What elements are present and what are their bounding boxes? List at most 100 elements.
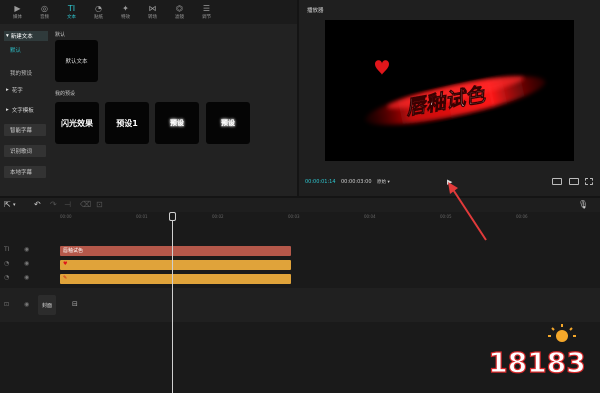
tab-text-label: 文本 [67, 15, 76, 20]
sticker-track-icon: ◔ [4, 260, 10, 267]
redo-icon[interactable]: ↷ [50, 200, 57, 210]
materials-panel: ▶ 媒体 ◎ 音频 TI 文本 ◔ 贴纸 ✦ 特效 ⋈ 转场 ⏣ 滤镜 ☰ 调节 [0, 0, 297, 196]
sidebar-flower-text-label: 花字 [11, 88, 23, 94]
text-clip[interactable]: 唇釉试色 [60, 246, 291, 256]
sticker-icon: ◔ [95, 4, 102, 13]
preset-tile-1-label: 预设1 [116, 118, 138, 128]
sidebar-item-default[interactable]: 默认 [4, 44, 46, 56]
tick-label: 00:03 [288, 214, 300, 219]
playhead-handle[interactable] [169, 212, 176, 221]
playhead[interactable] [172, 214, 173, 393]
audio-icon: ◎ [41, 4, 48, 13]
tab-media[interactable]: ▶ 媒体 [4, 0, 31, 24]
ratio-label: 原始 [377, 180, 386, 185]
transition-icon: ⋈ [148, 4, 157, 13]
preset-tile-3-label: 预设 [221, 119, 235, 127]
tab-adjust-label: 调节 [202, 15, 211, 20]
sticker-clip-1[interactable]: ♥ [60, 260, 291, 270]
adjust-icon: ☰ [202, 4, 211, 13]
sidebar-item-local-captions[interactable]: 本地字幕 [4, 166, 46, 178]
preset-tile-2[interactable]: 预设 [155, 102, 199, 144]
text-track-icon: TI [4, 246, 10, 253]
text-clip-label: 唇釉试色 [63, 248, 84, 254]
cover-label: 封面 [41, 302, 52, 309]
tick-label: 00:04 [364, 214, 376, 219]
sidebar-flower-text[interactable]: ▸ 花字 [4, 85, 48, 95]
tab-sticker[interactable]: ◔ 贴纸 [85, 0, 112, 24]
eye-icon[interactable]: ◉ [24, 274, 29, 281]
preset-tile-1[interactable]: 预设1 [105, 102, 149, 144]
delete-icon[interactable]: ⌫ [80, 200, 91, 210]
tick-label: 00:06 [516, 214, 528, 219]
watermark-logo: 18183 [486, 322, 588, 380]
section-default-label: 默认 [55, 32, 66, 38]
default-text-tile[interactable]: 默认文本 [55, 40, 98, 82]
freeze-icon[interactable]: ⊡ [96, 200, 103, 210]
preset-tile-flash-label: 闪光效果 [61, 118, 93, 128]
tab-text[interactable]: TI 文本 [58, 0, 85, 24]
sidebar-new-text[interactable]: ▾ 新建文本 [4, 31, 48, 41]
section-presets-label: 我的预设 [55, 91, 76, 97]
microphone-icon[interactable]: 🎙 [578, 200, 588, 210]
select-cursor-icon[interactable]: ⇱ [4, 200, 11, 210]
undo-icon[interactable]: ↶ [34, 200, 41, 210]
watermark-text: 18183 [488, 346, 585, 379]
sticker-clip-2[interactable]: ✎ [60, 274, 291, 284]
chevron-down-icon: ▾ [387, 180, 390, 185]
tab-effects-label: 特效 [121, 15, 130, 20]
media-icon: ▶ [14, 4, 21, 13]
tab-filter[interactable]: ⏣ 滤镜 [166, 0, 193, 24]
film-icon: ⊟ [72, 300, 78, 308]
preset-tile-2-label: 预设 [170, 119, 184, 127]
tab-filter-label: 滤镜 [175, 15, 184, 20]
tick-label: 00:01 [136, 214, 148, 219]
aspect-icon[interactable] [569, 178, 579, 185]
sidebar-item-smart-captions[interactable]: 智能字幕 [4, 124, 46, 136]
sidebar-text-templates[interactable]: ▸ 文字模板 [4, 105, 48, 115]
sidebar-item-lyrics[interactable]: 识别歌词 [4, 145, 46, 157]
sticker-track-icon: ◔ [4, 274, 10, 281]
eye-icon[interactable]: ◉ [24, 301, 29, 308]
sidebar-item-my-presets[interactable]: 我的预设 [4, 67, 46, 79]
caret-down-icon: ▾ [6, 33, 9, 39]
tick-label: 00:00 [60, 214, 72, 219]
tab-audio-label: 音频 [40, 15, 49, 20]
tab-audio[interactable]: ◎ 音频 [31, 0, 58, 24]
ratio-dropdown[interactable]: 原始 ▾ [377, 179, 390, 185]
eye-icon[interactable]: ◉ [24, 246, 29, 253]
caret-right-icon: ▸ [6, 87, 9, 93]
preset-tile-flash[interactable]: 闪光效果 [55, 102, 99, 144]
total-time: 00:00:03:00 [341, 179, 372, 185]
eye-icon[interactable]: ◉ [24, 260, 29, 267]
preview-frame: 唇釉试色 [365, 60, 546, 125]
preset-tile-3[interactable]: 预设 [206, 102, 250, 144]
default-text-tile-label: 默认文本 [65, 59, 88, 65]
tab-transition-label: 转场 [148, 15, 157, 20]
cursor-dropdown-icon[interactable]: ▾ [13, 200, 16, 210]
lock-icon[interactable]: ⊡ [4, 301, 9, 308]
heart-icon: ♥ [63, 261, 68, 267]
caret-right-icon: ▸ [6, 107, 9, 113]
fullscreen-icon[interactable] [585, 178, 593, 185]
tab-sticker-label: 贴纸 [94, 15, 103, 20]
split-icon[interactable]: ⊣ [64, 200, 71, 210]
video-preview[interactable]: 唇釉试色 [325, 20, 574, 161]
sidebar-text-templates-label: 文字模板 [11, 108, 34, 114]
text-content: 默认 默认文本 我的预设 闪光效果 预设1 预设 预设 [52, 24, 296, 196]
sun-icon [548, 324, 576, 342]
text-icon: TI [67, 4, 76, 13]
category-toolbar: ▶ 媒体 ◎ 音频 TI 文本 ◔ 贴纸 ✦ 特效 ⋈ 转场 ⏣ 滤镜 ☰ 调节 [0, 0, 297, 24]
cover-button[interactable]: 封面 [38, 295, 56, 315]
text-sidebar: ▾ 新建文本 默认 我的预设 ▸ 花字 ▸ 文字模板 智能字幕 识别歌词 本地字… [0, 24, 50, 196]
fit-view-icon[interactable] [552, 178, 562, 185]
sidebar-new-text-label: 新建文本 [10, 34, 33, 40]
time-ruler[interactable]: 00:00 00:01 00:02 00:03 00:04 00:05 00:0… [60, 212, 600, 222]
player-title: 播放器 [307, 8, 324, 14]
tab-effects[interactable]: ✦ 特效 [112, 0, 139, 24]
tab-transition[interactable]: ⋈ 转场 [139, 0, 166, 24]
tick-label: 00:02 [212, 214, 224, 219]
annotation-arrow [448, 182, 487, 241]
brush-icon: ✎ [63, 275, 68, 281]
tab-adjust[interactable]: ☰ 调节 [193, 0, 220, 24]
effects-icon: ✦ [122, 4, 129, 13]
